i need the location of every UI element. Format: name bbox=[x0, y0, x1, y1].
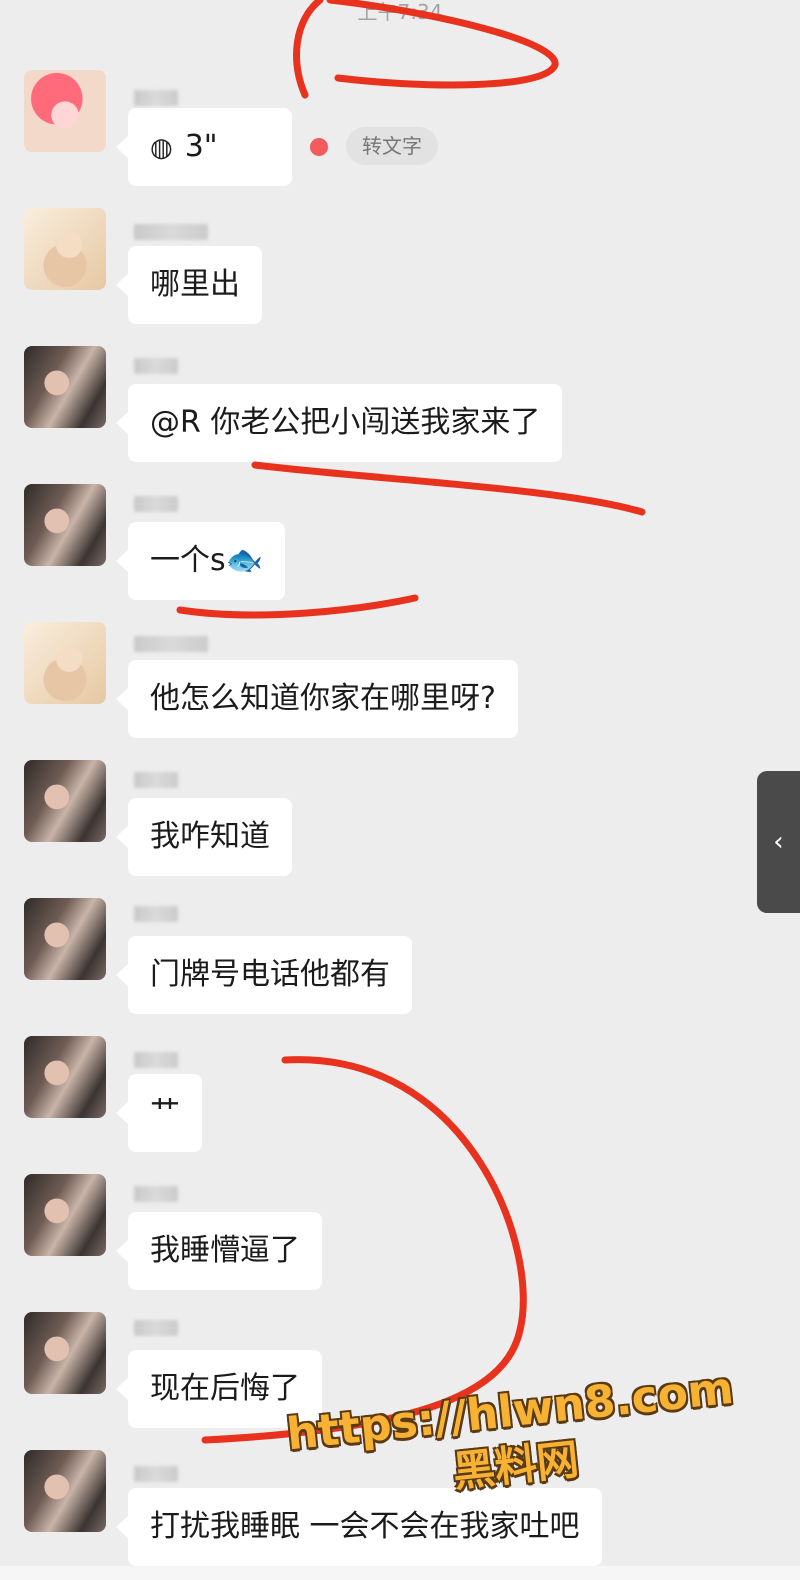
sender-name-blurred bbox=[134, 772, 178, 788]
avatar[interactable] bbox=[24, 1174, 106, 1256]
message-bubble[interactable]: 我睡懵逼了 bbox=[116, 1212, 322, 1290]
message-bubble[interactable]: @R 你老公把小闯送我家来了 bbox=[115, 384, 563, 462]
message-row: 他怎么知道你家在哪里呀? bbox=[0, 622, 800, 752]
bottom-edge bbox=[0, 1566, 800, 1580]
sender-name-blurred bbox=[134, 1466, 178, 1482]
message-row: 艹 bbox=[0, 1036, 800, 1166]
chevron-left-icon: ‹ bbox=[773, 827, 784, 857]
message-timestamp: 上午7:34 bbox=[357, 0, 443, 24]
message-bubble[interactable]: 哪里出 bbox=[116, 246, 262, 324]
avatar[interactable] bbox=[24, 1450, 106, 1532]
sender-name-blurred bbox=[134, 90, 178, 106]
side-panel-handle[interactable]: ‹ bbox=[757, 771, 800, 913]
message-bubble[interactable]: 艹 bbox=[116, 1074, 202, 1152]
avatar[interactable] bbox=[24, 346, 106, 428]
sender-name-blurred bbox=[134, 496, 178, 512]
message-bubble[interactable]: 门牌号电话他都有 bbox=[116, 936, 412, 1014]
sender-name-blurred bbox=[134, 1186, 178, 1202]
message-row: 我咋知道 bbox=[0, 760, 800, 890]
sender-name-blurred bbox=[134, 224, 208, 240]
message-bubble[interactable]: 一个s🐟 bbox=[116, 522, 285, 600]
message-bubble[interactable]: 我咋知道 bbox=[116, 798, 292, 876]
avatar[interactable] bbox=[24, 622, 106, 704]
message-bubble[interactable]: 他怎么知道你家在哪里呀? bbox=[116, 660, 518, 738]
avatar[interactable] bbox=[24, 1312, 106, 1394]
message-row: 门牌号电话他都有 bbox=[0, 898, 800, 1028]
sender-name-blurred bbox=[134, 358, 178, 374]
avatar[interactable] bbox=[24, 1036, 106, 1118]
avatar[interactable] bbox=[24, 70, 106, 152]
message-row: 哪里出 bbox=[0, 208, 800, 338]
message-row: 我睡懵逼了 bbox=[0, 1174, 800, 1304]
sender-name-blurred bbox=[134, 906, 178, 922]
voice-message-bubble[interactable]: ◍ 3" bbox=[116, 108, 292, 186]
message-row: ◍ 3" 转文字 bbox=[0, 70, 800, 200]
sender-name-blurred bbox=[134, 1320, 178, 1336]
avatar[interactable] bbox=[24, 898, 106, 980]
avatar[interactable] bbox=[24, 208, 106, 290]
sender-name-blurred bbox=[134, 636, 208, 652]
sender-name-blurred bbox=[134, 1052, 178, 1068]
voice-to-text-button[interactable]: 转文字 bbox=[346, 127, 438, 165]
unread-dot bbox=[310, 138, 328, 156]
message-row: @R 你老公把小闯送我家来了 bbox=[0, 346, 800, 476]
avatar[interactable] bbox=[24, 484, 106, 566]
voice-duration: 3" bbox=[184, 129, 218, 164]
message-row: 一个s🐟 bbox=[0, 484, 800, 614]
voice-wave-icon: ◍ bbox=[150, 133, 173, 163]
avatar[interactable] bbox=[24, 760, 106, 842]
